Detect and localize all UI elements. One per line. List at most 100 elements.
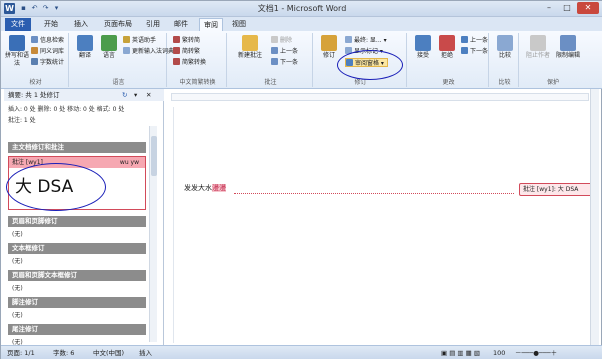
group-label-proofing: 校对 (29, 79, 42, 86)
section-footnote: 脚注修订 (8, 297, 146, 308)
block-authors-button[interactable]: 阻止作者 (523, 35, 553, 60)
annotation-ellipse-pane (6, 163, 106, 211)
reject-icon (439, 35, 455, 51)
comment-connector (234, 193, 514, 194)
block-authors-icon (530, 35, 546, 51)
word-count[interactable]: 字数: 6 (53, 346, 74, 360)
compare-icon (497, 35, 513, 51)
title-bar: W ▪ ↶ ↷ ▾ 文档1 - Microsoft Word – □ ✕ (1, 1, 602, 17)
group-label-comments: 批注 (264, 79, 277, 86)
traditional-to-simplified-button[interactable]: 繁转简 (173, 36, 200, 45)
pane-close-icon[interactable]: ✕ (146, 89, 151, 101)
insert-mode[interactable]: 插入 (139, 346, 152, 360)
commented-text: 漫漫 (212, 184, 226, 192)
document-area: 发发大水漫漫 批注 [wy1]: 大 DSA (165, 89, 595, 345)
section-header-footer: 页眉和页脚修订 (8, 216, 146, 227)
group-label-changes: 更改 (442, 79, 455, 86)
word-count-button[interactable]: 字数统计 (31, 58, 64, 67)
next-change-button[interactable]: 下一条 (461, 47, 488, 56)
tab-page-layout[interactable]: 页面布局 (101, 18, 135, 31)
new-comment-icon (242, 35, 258, 51)
previous-icon (461, 36, 468, 43)
tab-insert[interactable]: 插入 (71, 18, 91, 31)
refresh-icon[interactable]: ↻ (122, 89, 127, 101)
translate-icon (77, 35, 93, 51)
thesaurus-button[interactable]: 同义词库 (31, 47, 64, 56)
group-proofing: 拼写和语法 信息检索 同义词库 字数统计 校对 (3, 33, 69, 87)
pane-options-icon[interactable]: ▾ (134, 89, 137, 101)
language-indicator[interactable]: 中文(中国) (93, 346, 124, 360)
accept-icon (415, 35, 431, 51)
view-buttons[interactable]: ▣ ▤ ▥ ▦ ▧ (441, 346, 480, 360)
next-comment-button[interactable]: 下一条 (271, 58, 298, 67)
pane-scrollbar[interactable] (149, 126, 157, 342)
group-label-compare: 比较 (498, 79, 511, 86)
comment-balloon[interactable]: 批注 [wy1]: 大 DSA (519, 183, 593, 196)
display-for-review-dropdown[interactable]: 最终: 显... ▾ (345, 36, 387, 45)
abc-check-icon (9, 35, 25, 51)
english-assistant-button[interactable]: 英语助手 (123, 36, 156, 45)
previous-comment-button[interactable]: 上一条 (271, 47, 298, 56)
tab-mailings[interactable]: 邮件 (171, 18, 191, 31)
reject-button[interactable]: 拒绝 (435, 35, 459, 60)
document-page[interactable]: 发发大水漫漫 批注 [wy1]: 大 DSA (173, 107, 593, 343)
group-comments: 新建批注 删除 上一条 下一条 批注 (229, 33, 313, 87)
language-button[interactable]: 语言 (97, 35, 121, 60)
track-changes-button[interactable]: 修订 (317, 35, 341, 60)
restrict-editing-button[interactable]: 限制编辑 (553, 35, 583, 60)
tab-references[interactable]: 引用 (143, 18, 163, 31)
none-label: (无) (12, 258, 23, 265)
maximize-button[interactable]: □ (559, 2, 575, 14)
tab-review[interactable]: 审阅 (199, 18, 223, 31)
research-button[interactable]: 信息检索 (31, 36, 64, 45)
group-language: 翻译 语言 英语助手 更新输入法词典 语言 (71, 33, 174, 87)
globe-icon (101, 35, 117, 51)
tab-home[interactable]: 开始 (41, 18, 61, 31)
next-icon (461, 47, 468, 54)
previous-change-button[interactable]: 上一条 (461, 36, 488, 45)
delete-icon (271, 36, 278, 43)
reviewing-pane: 摘要: 共 1 处修订 ↻ ▾ ✕ 插入: 0 处 删除: 0 处 移动: 0 … (4, 89, 164, 346)
delete-comment-button[interactable]: 删除 (271, 36, 292, 45)
track-changes-icon (321, 35, 337, 51)
document-text[interactable]: 发发大水漫漫 (184, 183, 226, 193)
group-label-chinese: 中文简繁转换 (179, 79, 216, 86)
comment-count: 批注: 1 处 (8, 117, 36, 124)
thesaurus-icon (31, 47, 38, 54)
next-icon (271, 58, 278, 65)
simplified-to-traditional-button[interactable]: 简转繁 (173, 47, 200, 56)
group-changes: 接受 拒绝 上一条 下一条 更改 (409, 33, 489, 87)
compare-button[interactable]: 比较 (493, 35, 517, 60)
group-chinese-conversion: 繁转简 简转繁 简繁转换 中文简繁转换 (169, 33, 227, 87)
update-ime-dictionary-button[interactable]: 更新输入法词典 (123, 47, 174, 56)
pane-summary: 摘要: 共 1 处修订 ↻ ▾ ✕ (4, 89, 164, 101)
chinese-conversion-button[interactable]: 简繁转换 (173, 58, 206, 67)
zoom-level[interactable]: 100 (493, 346, 505, 360)
section-textbox: 文本框修订 (8, 243, 146, 254)
translate-button[interactable]: 翻译 (73, 35, 97, 60)
annotation-ellipse (337, 50, 403, 80)
document-scrollbar[interactable] (590, 89, 599, 345)
tab-file[interactable]: 文件 (5, 18, 31, 31)
spelling-grammar-button[interactable]: 拼写和语法 (5, 35, 29, 68)
close-button[interactable]: ✕ (577, 2, 599, 14)
status-bar: 页面: 1/1 字数: 6 中文(中国) 插入 ▣ ▤ ▥ ▦ ▧ 100 －─… (1, 345, 602, 359)
word-count-icon (31, 58, 38, 65)
convert-icon (173, 58, 180, 65)
none-label: (无) (12, 312, 23, 319)
new-comment-button[interactable]: 新建批注 (235, 35, 265, 60)
horizontal-ruler[interactable] (171, 93, 589, 101)
ribbon-tabs: 文件 开始 插入 页面布局 引用 邮件 审阅 视图 (1, 17, 602, 31)
minimize-button[interactable]: – (541, 2, 557, 14)
tab-view[interactable]: 视图 (229, 18, 249, 31)
convert-icon (173, 36, 180, 43)
pane-scrollbar-thumb[interactable] (151, 136, 157, 176)
page-indicator[interactable]: 页面: 1/1 (7, 346, 35, 360)
accept-button[interactable]: 接受 (411, 35, 435, 60)
convert-icon (173, 47, 180, 54)
group-label-protect: 保护 (546, 79, 559, 86)
zoom-slider[interactable]: －───●───＋ (515, 346, 557, 360)
window-title: 文档1 - Microsoft Word (257, 4, 347, 13)
word-window: W ▪ ↶ ↷ ▾ 文档1 - Microsoft Word – □ ✕ 文件 … (0, 0, 602, 359)
group-label-language: 语言 (112, 79, 125, 86)
